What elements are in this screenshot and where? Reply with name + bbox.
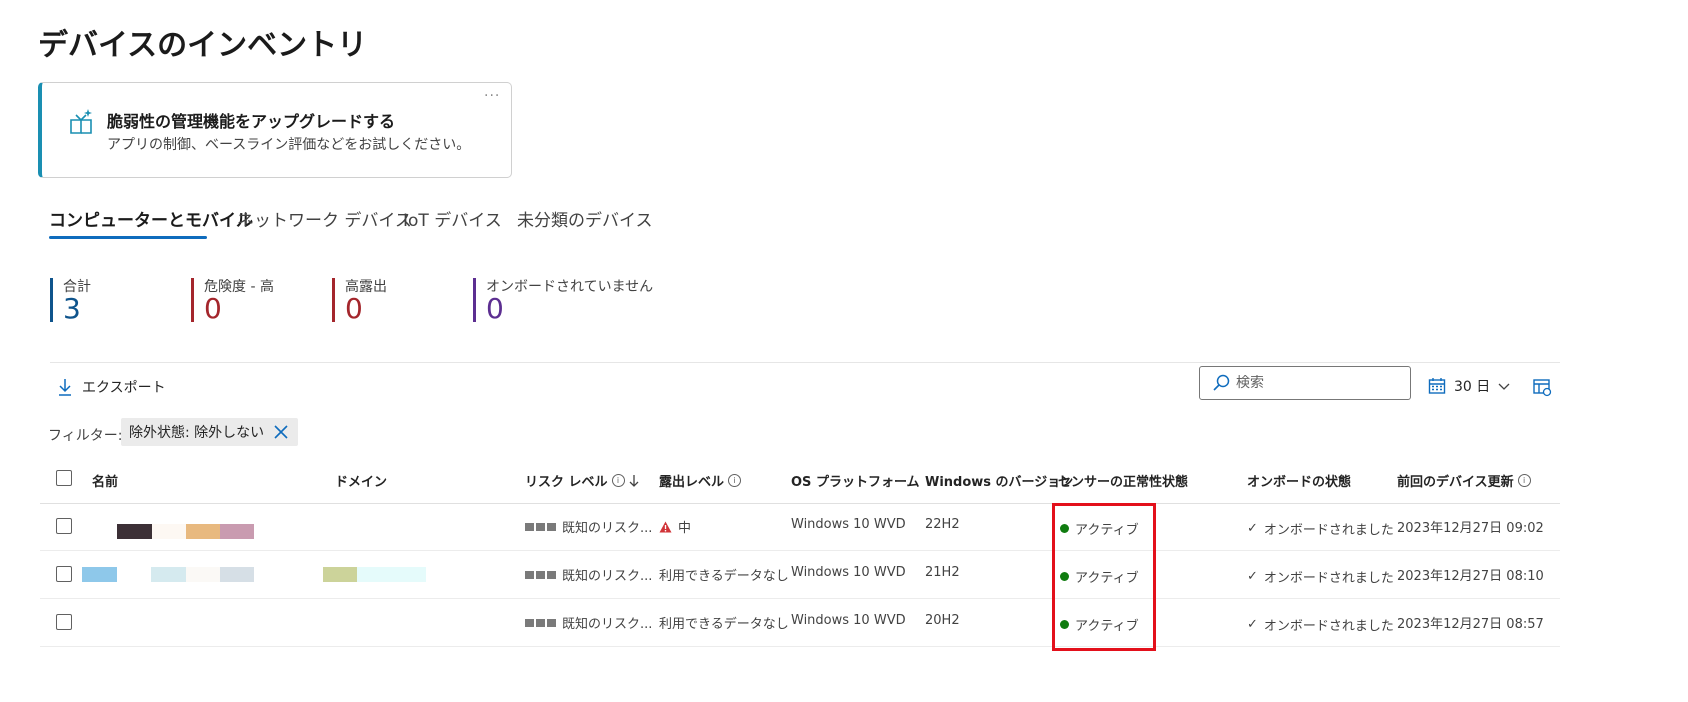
stat-value-high-exposure: 0 bbox=[345, 292, 363, 325]
checkmark-icon: ✓ bbox=[1247, 521, 1258, 536]
column-header-onboarding-status[interactable]: オンボードの状態 bbox=[1247, 471, 1351, 490]
redacted-name bbox=[82, 567, 117, 582]
tab-network-devices[interactable]: ネットワーク デバイス bbox=[237, 206, 412, 231]
chevron-down-icon bbox=[1498, 383, 1510, 390]
calendar-icon bbox=[1428, 378, 1446, 394]
stat-label-not-onboarded: オンボードされていません bbox=[486, 279, 654, 295]
date-range-label: 30 日 bbox=[1454, 379, 1491, 395]
risk-level-cell: 既知のリスク... bbox=[525, 613, 652, 632]
risk-level-indicator bbox=[525, 570, 556, 579]
checkmark-icon: ✓ bbox=[1247, 569, 1258, 584]
banner-title: 脆弱性の管理機能をアップグレードする bbox=[107, 112, 396, 131]
stat-value-total: 3 bbox=[63, 292, 81, 325]
column-header-risk-level[interactable]: リスク レベル i bbox=[525, 471, 639, 490]
row-divider bbox=[40, 646, 1560, 647]
column-header-windows-version[interactable]: Windows のバージョン bbox=[925, 471, 1073, 490]
row-divider bbox=[40, 598, 1560, 599]
tab-iot-devices[interactable]: IoT デバイス bbox=[403, 206, 502, 231]
windows-version-cell: 22H2 bbox=[925, 517, 960, 532]
redacted-name bbox=[152, 524, 186, 539]
banner-subtitle: アプリの制御、ベースライン評価などをお試しください。 bbox=[107, 137, 471, 153]
column-header-sensor-health[interactable]: センサーの正常性状態 bbox=[1058, 471, 1188, 490]
risk-level-indicator bbox=[525, 522, 556, 531]
highlight-box-sensor-health bbox=[1052, 503, 1156, 651]
os-platform-cell: Windows 10 WVD bbox=[791, 517, 906, 532]
column-header-exposure-level[interactable]: 露出レベル i bbox=[659, 471, 742, 490]
column-header-os-platform[interactable]: OS プラットフォーム bbox=[791, 471, 920, 490]
row-checkbox[interactable] bbox=[56, 518, 72, 534]
info-icon[interactable]: i bbox=[1517, 474, 1531, 487]
stat-value-not-onboarded: 0 bbox=[486, 292, 504, 325]
info-icon[interactable]: i bbox=[611, 474, 625, 487]
exposure-level-cell: 利用できるデータなし bbox=[659, 617, 789, 632]
table-header-divider bbox=[40, 503, 1560, 504]
stat-bar-not-onboarded bbox=[473, 278, 476, 322]
page-title: デバイスのインベントリ bbox=[38, 28, 368, 63]
onboarding-status-cell: ✓ オンボードされました bbox=[1247, 617, 1394, 634]
search-icon bbox=[1213, 374, 1230, 391]
row-divider bbox=[40, 550, 1560, 551]
redacted-domain bbox=[357, 567, 426, 582]
os-platform-cell: Windows 10 WVD bbox=[791, 613, 906, 628]
redacted-name bbox=[186, 567, 220, 582]
date-range-button[interactable]: 30 日 bbox=[1428, 376, 1510, 396]
checkmark-icon: ✓ bbox=[1247, 617, 1258, 632]
warning-triangle-icon bbox=[659, 521, 672, 532]
search-box[interactable] bbox=[1199, 366, 1411, 400]
close-icon[interactable] bbox=[274, 425, 288, 439]
stat-bar-high-exposure bbox=[332, 278, 335, 322]
redacted-name bbox=[117, 524, 152, 539]
column-header-domain[interactable]: ドメイン bbox=[335, 471, 387, 490]
column-header-name[interactable]: 名前 bbox=[92, 471, 118, 490]
exposure-level-cell: 利用できるデータなし bbox=[659, 569, 789, 584]
stat-bar-total bbox=[50, 278, 53, 322]
tab-uncategorized-devices[interactable]: 未分類のデバイス bbox=[517, 206, 653, 231]
export-button[interactable]: エクスポート bbox=[58, 376, 166, 398]
more-options-icon[interactable]: ··· bbox=[484, 88, 500, 104]
customize-columns-icon[interactable] bbox=[1532, 377, 1552, 397]
download-icon bbox=[59, 379, 71, 396]
onboarding-status-cell: ✓ オンボードされました bbox=[1247, 569, 1394, 586]
sparkle-upgrade-icon bbox=[66, 106, 96, 136]
sort-descending-icon bbox=[629, 474, 638, 487]
onboarding-status-cell: ✓ オンボードされました bbox=[1247, 521, 1394, 538]
risk-level-cell: 既知のリスク... bbox=[525, 517, 652, 536]
redacted-domain bbox=[323, 567, 357, 582]
windows-version-cell: 20H2 bbox=[925, 613, 960, 628]
filter-label: フィルター: bbox=[48, 428, 123, 444]
filter-chip[interactable]: 除外状態: 除外しない bbox=[121, 418, 299, 446]
last-update-cell: 2023年12月27日 08:10 bbox=[1397, 569, 1544, 584]
search-input[interactable] bbox=[1236, 375, 1396, 391]
redacted-name bbox=[220, 567, 254, 582]
export-label: エクスポート bbox=[82, 380, 166, 396]
filter-chip-label: 除外状態: 除外しない bbox=[129, 425, 265, 441]
risk-level-indicator bbox=[525, 618, 556, 627]
windows-version-cell: 21H2 bbox=[925, 565, 960, 580]
tab-computers-mobile[interactable]: コンピューターとモバイル bbox=[49, 206, 253, 231]
last-update-cell: 2023年12月27日 09:02 bbox=[1397, 521, 1544, 536]
redacted-name bbox=[186, 524, 220, 539]
os-platform-cell: Windows 10 WVD bbox=[791, 565, 906, 580]
active-tab-indicator bbox=[49, 236, 207, 239]
column-header-last-device-update[interactable]: 前回のデバイス更新 i bbox=[1397, 471, 1531, 490]
row-checkbox[interactable] bbox=[56, 566, 72, 582]
info-icon[interactable]: i bbox=[728, 474, 742, 487]
stat-bar-high-risk bbox=[191, 278, 194, 322]
select-all-checkbox[interactable] bbox=[56, 470, 72, 486]
toolbar-divider bbox=[50, 362, 1560, 363]
risk-level-cell: 既知のリスク... bbox=[525, 565, 652, 584]
last-update-cell: 2023年12月27日 08:57 bbox=[1397, 617, 1544, 632]
exposure-level-cell: 中 bbox=[659, 517, 691, 536]
redacted-name bbox=[151, 567, 186, 582]
redacted-name bbox=[117, 567, 151, 582]
row-checkbox[interactable] bbox=[56, 614, 72, 630]
redacted-name bbox=[220, 524, 254, 539]
stat-value-high-risk: 0 bbox=[204, 292, 222, 325]
